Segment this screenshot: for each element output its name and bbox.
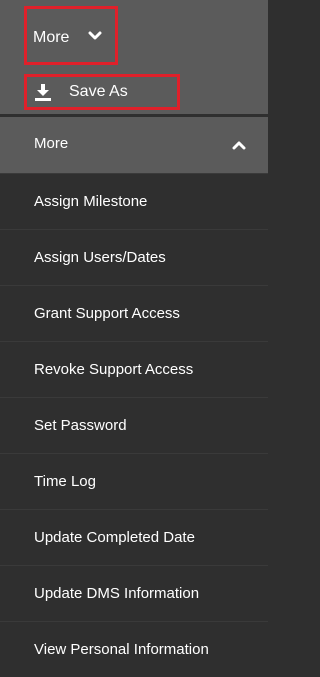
chevron-up-icon bbox=[232, 141, 246, 150]
save-as-label: Save As bbox=[69, 83, 128, 100]
more-menu-list: Assign Milestone Assign Users/Dates Gran… bbox=[0, 173, 268, 677]
menu-item-revoke-support-access[interactable]: Revoke Support Access bbox=[0, 341, 268, 397]
menu-item-set-password[interactable]: Set Password bbox=[0, 397, 268, 453]
chevron-down-icon bbox=[88, 31, 102, 40]
more-section-header[interactable]: More bbox=[0, 117, 268, 173]
menu-item-update-completed-date[interactable]: Update Completed Date bbox=[0, 509, 268, 565]
more-dropdown-button[interactable]: More bbox=[24, 6, 118, 65]
more-dropdown-label: More bbox=[33, 29, 70, 46]
menu-item-grant-support-access[interactable]: Grant Support Access bbox=[0, 285, 268, 341]
download-icon bbox=[35, 84, 51, 101]
menu-item-time-log[interactable]: Time Log bbox=[0, 453, 268, 509]
menu-item-update-dms-information[interactable]: Update DMS Information bbox=[0, 565, 268, 621]
menu-item-assign-users-dates[interactable]: Assign Users/Dates bbox=[0, 229, 268, 285]
menu-item-assign-milestone[interactable]: Assign Milestone bbox=[0, 173, 268, 229]
top-bar: More bbox=[0, 0, 268, 70]
more-section-label: More bbox=[34, 135, 69, 152]
save-as-button[interactable]: Save As bbox=[24, 74, 180, 110]
menu-item-view-personal-information[interactable]: View Personal Information bbox=[0, 621, 268, 677]
save-as-row: Save As bbox=[0, 70, 268, 114]
